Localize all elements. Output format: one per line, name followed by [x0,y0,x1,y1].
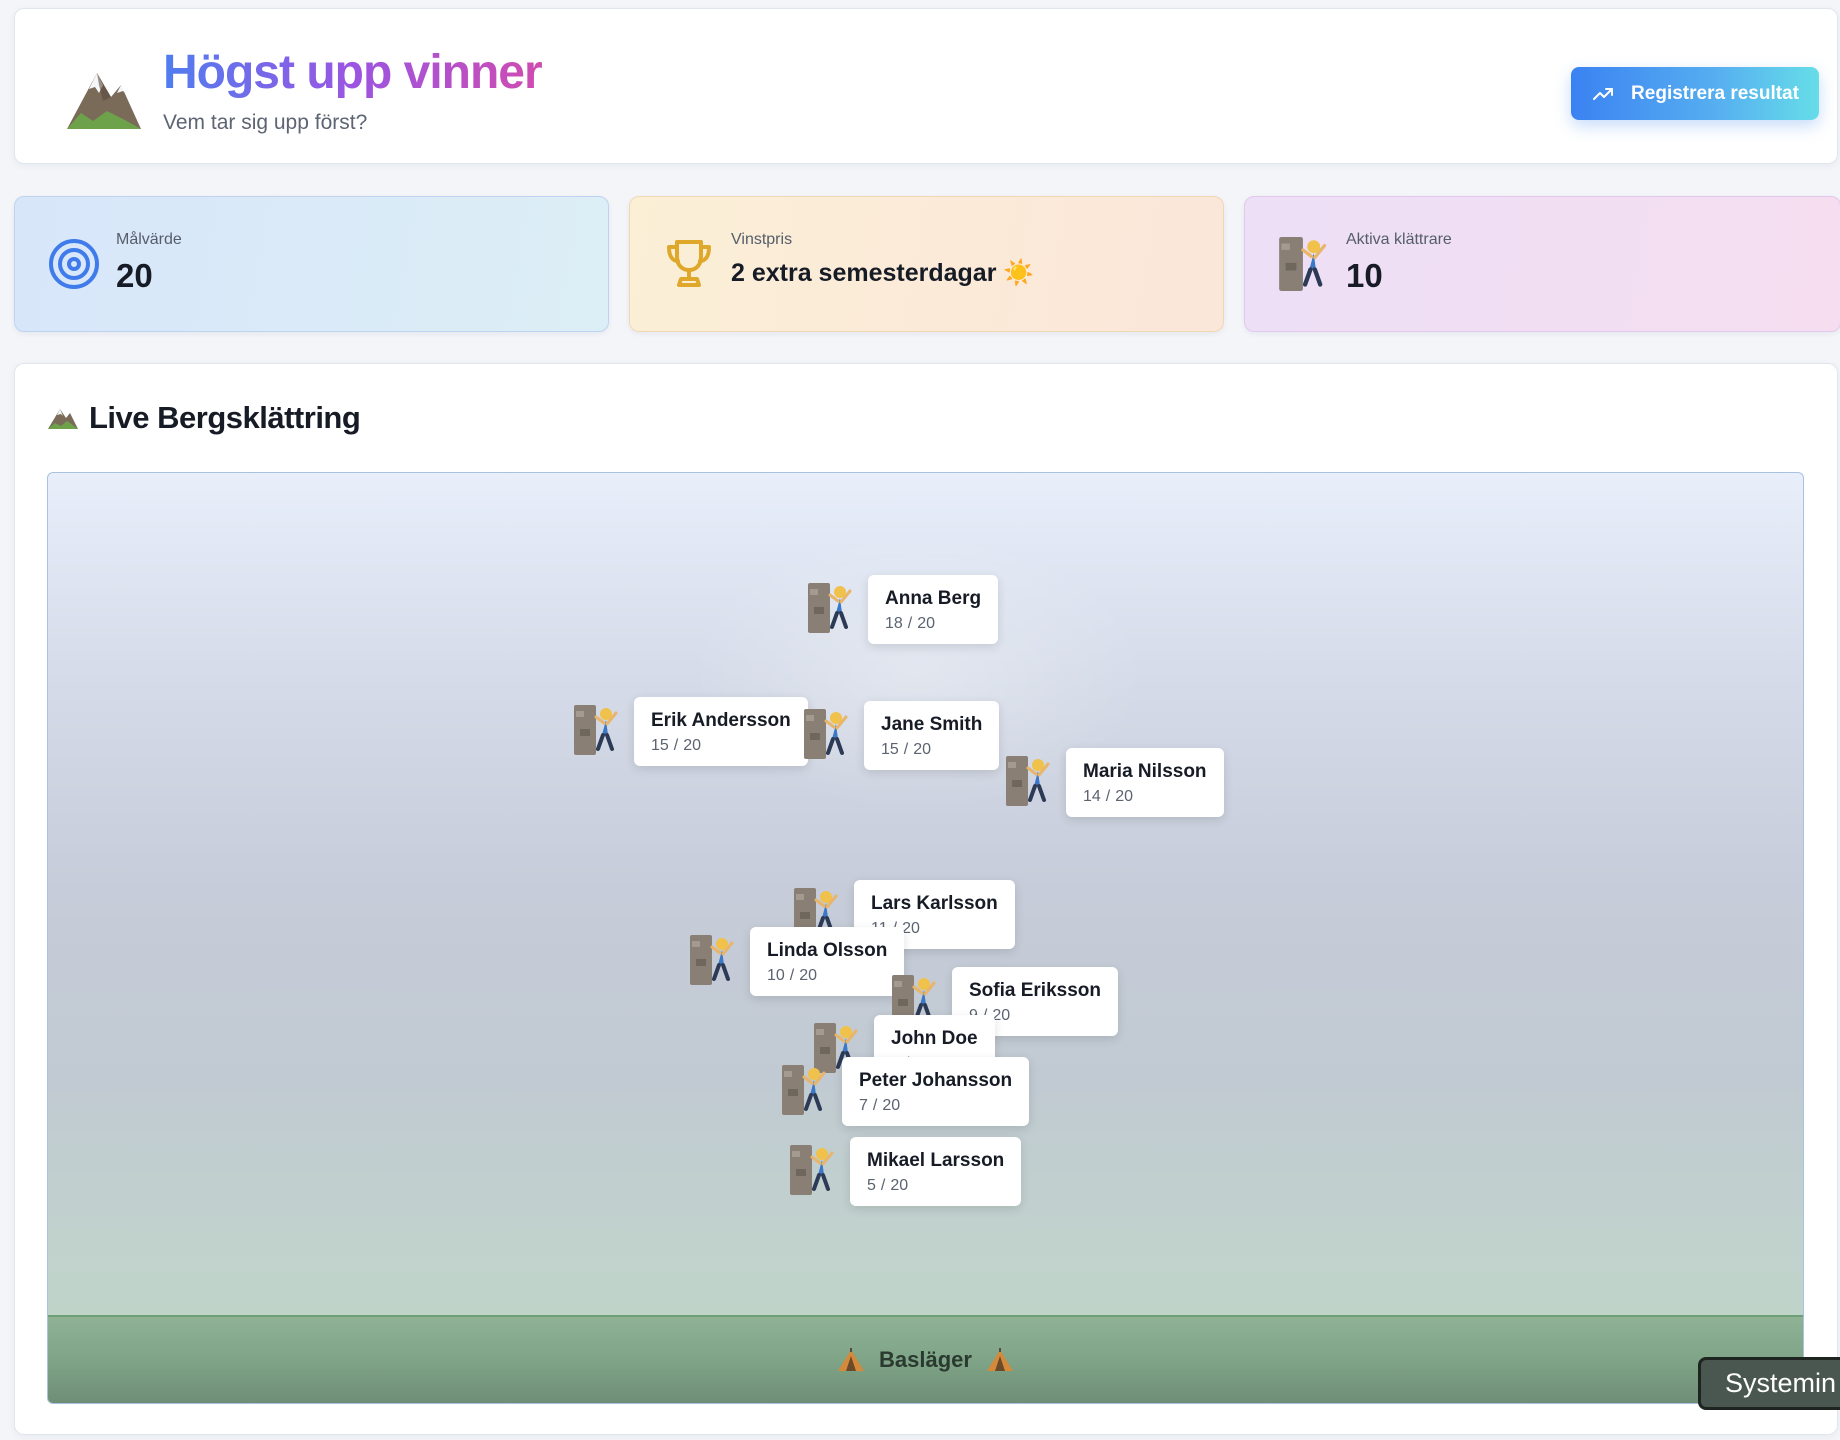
climber-score-value: 15 [881,741,899,758]
climber-score: 15/20 [881,741,982,759]
stat-climbers-value: 10 [1346,257,1383,294]
climber-name: Peter Johansson [859,1069,1013,1091]
stat-target-value: 20 [116,257,153,294]
climber-score: 15/20 [651,737,791,755]
climber-score-max: 20 [683,737,702,754]
climber-name: John Doe [891,1028,978,1050]
climber-score: 5/20 [867,1177,1004,1195]
stat-card-prize: Vinstpris 2 extra semesterdagar ☀️ [629,196,1224,332]
stat-climbers-label: Aktiva klättrare [1346,231,1452,248]
climber-name: Sofia Eriksson [969,980,1101,1002]
climber-icon [690,935,734,985]
climber-icon [574,705,618,755]
system-overlay-button[interactable]: Systemin [1698,1357,1840,1410]
climber-score-max: 20 [799,967,818,984]
stat-prize-value: 2 extra semesterdagar ☀️ [731,259,1035,287]
climber-name: Jane Smith [881,714,983,735]
climber-score-value: 10 [767,967,785,984]
climber-name: Mikael Larsson [867,1150,1005,1171]
climber-icon [790,1145,834,1195]
app-title: Högst upp vinner [163,46,543,99]
climber-score-value: 14 [1083,788,1101,806]
register-result-button[interactable]: Registrera resultat [1571,67,1819,120]
climber-score-max: 20 [882,1096,901,1114]
target-icon [49,239,99,289]
tent-icon [986,1348,1013,1371]
mountain-small-icon [48,409,78,429]
climber-card[interactable]: Linda Olsson 10/20 [750,927,905,996]
trending-up-icon [1593,87,1614,100]
climber-icon [804,709,848,759]
base-camp: Basläger [48,1315,1803,1403]
climber-card[interactable]: Anna Berg 18/20 [868,575,999,645]
climber-score: 7/20 [859,1097,1012,1115]
climber-score: 18/20 [885,615,981,633]
climber-score-value: 15 [651,737,669,754]
climber-name: Lars Karlsson [871,892,998,914]
score-separator: / [872,1096,878,1114]
stat-target-label: Målvärde [116,231,182,248]
app-subtitle: Vem tar sig upp först? [163,111,368,134]
climber-card[interactable]: Mikael Larsson 5/20 [850,1137,1022,1206]
mountain-icon [67,73,141,129]
section-title: Live Bergsklättring [47,400,361,436]
climber-card[interactable]: Erik Andersson 15/20 [634,697,808,766]
climber-icon [1279,237,1327,291]
climber-name: Linda Olsson [767,940,888,961]
tent-icon [838,1348,865,1371]
climber-score-value: 18 [885,615,903,633]
climber-score-value: 5 [867,1177,876,1194]
score-separator: / [1105,788,1111,806]
climber-card[interactable]: Jane Smith 15/20 [864,701,1000,770]
score-separator: / [789,967,795,984]
score-separator: / [903,741,909,758]
mountain-board: Anna Berg 18/20 Erik Andersson 15/20 Jane Sm… [47,472,1804,1404]
stat-card-active-climbers: Aktiva klättrare 10 [1244,196,1840,332]
climber-score-max: 20 [917,615,936,633]
climber-card[interactable]: Peter Johansson 7/20 [842,1056,1030,1126]
climber-name: Anna Berg [885,588,982,610]
climber-score-max: 20 [890,1177,909,1194]
section-title-text: Live Bergsklättring [89,400,361,435]
climber-score-value: 7 [859,1096,868,1114]
climber-score-max: 20 [992,1007,1011,1025]
climber-score-max: 20 [1115,788,1134,806]
stat-prize-label: Vinstpris [731,231,793,248]
climber-name: Erik Andersson [651,710,791,731]
app-header: Högst upp vinner Vem tar sig upp först? … [14,8,1838,164]
climber-icon [782,1064,826,1115]
register-result-label: Registrera resultat [1631,82,1799,104]
score-separator: / [907,615,913,633]
climber-name: Maria Nilsson [1083,761,1207,783]
climber-score-max: 20 [902,919,920,937]
climber-icon [808,583,852,634]
score-separator: / [880,1177,886,1194]
climber-score-max: 20 [913,741,932,758]
live-climbing-panel: Live Bergsklättring Anna Berg 18/20 Erik A… [14,363,1838,1435]
trophy-icon [667,240,711,287]
climber-card[interactable]: Maria Nilsson 14/20 [1066,748,1224,818]
score-separator: / [673,737,679,754]
climber-score: 14/20 [1083,788,1207,806]
stat-card-target: Målvärde 20 [14,196,609,332]
climber-score: 10/20 [767,967,887,985]
climber-icon [1006,756,1050,807]
base-camp-label: Basläger [879,1347,972,1372]
